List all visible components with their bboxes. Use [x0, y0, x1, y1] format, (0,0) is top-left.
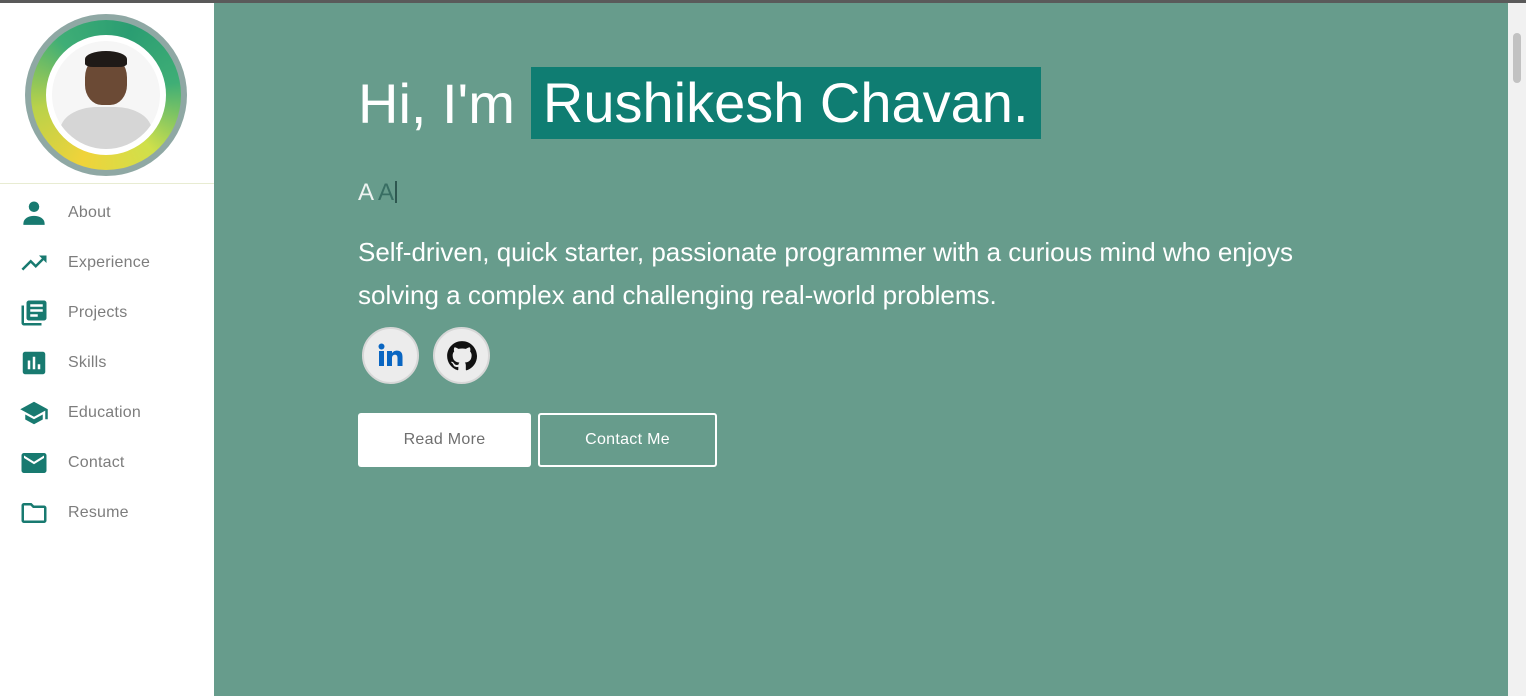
- sidebar-item-experience[interactable]: Experience: [0, 238, 214, 288]
- sidebar-item-about[interactable]: About: [0, 188, 214, 238]
- hero-bio: Self-driven, quick starter, passionate p…: [358, 237, 1293, 310]
- avatar-photo: [46, 35, 166, 155]
- sidebar-item-label: About: [68, 204, 111, 221]
- sidebar-nav: About Experience Projects Skills Educati…: [0, 188, 214, 538]
- typing-caret: [395, 181, 398, 203]
- hero-title: Hi, I'm Rushikesh Chavan.: [358, 67, 1041, 139]
- scrollbar-thumb[interactable]: [1513, 33, 1521, 83]
- trending-up-icon: [18, 248, 50, 278]
- sidebar-item-label: Education: [68, 404, 141, 421]
- avatar-ring: [31, 20, 181, 170]
- sidebar-item-skills[interactable]: Skills: [0, 338, 214, 388]
- hero-name: Rushikesh Chavan.: [530, 67, 1041, 139]
- sidebar: About Experience Projects Skills Educati…: [0, 3, 214, 696]
- sidebar-item-label: Experience: [68, 254, 151, 271]
- hero-greeting: Hi, I'm: [358, 71, 515, 135]
- contact-me-button[interactable]: Contact Me: [538, 413, 717, 467]
- page-scrollbar[interactable]: [1508, 3, 1526, 696]
- sidebar-divider: [0, 183, 214, 184]
- avatar: [25, 14, 187, 176]
- person-icon: [18, 198, 50, 228]
- avatar-shirt: [60, 107, 152, 149]
- typed-role-text: A A: [358, 179, 398, 207]
- typed-current: A: [378, 179, 395, 206]
- sidebar-item-label: Skills: [68, 354, 107, 371]
- sidebar-item-label: Contact: [68, 454, 125, 471]
- github-icon: [446, 340, 477, 370]
- sidebar-item-label: Projects: [68, 304, 128, 321]
- library-books-icon: [18, 298, 50, 328]
- folder-icon: [18, 498, 50, 528]
- sidebar-item-resume[interactable]: Resume: [0, 488, 214, 538]
- social-links: [362, 327, 490, 384]
- avatar-hair: [85, 51, 127, 67]
- linkedin-button[interactable]: [362, 327, 419, 384]
- mail-icon: [18, 448, 50, 478]
- bar-chart-icon: [18, 348, 50, 378]
- graduation-cap-icon: [18, 398, 50, 428]
- sidebar-item-education[interactable]: Education: [0, 388, 214, 438]
- typed-prefix: A: [358, 179, 379, 206]
- sidebar-item-label: Resume: [68, 504, 129, 521]
- github-button[interactable]: [433, 327, 490, 384]
- hero-section: Hi, I'm Rushikesh Chavan. A A Self-drive…: [214, 3, 1508, 696]
- sidebar-item-contact[interactable]: Contact: [0, 438, 214, 488]
- linkedin-icon: [378, 343, 402, 366]
- read-more-button[interactable]: Read More: [358, 413, 531, 467]
- window-top-border: [0, 0, 1526, 3]
- sidebar-item-projects[interactable]: Projects: [0, 288, 214, 338]
